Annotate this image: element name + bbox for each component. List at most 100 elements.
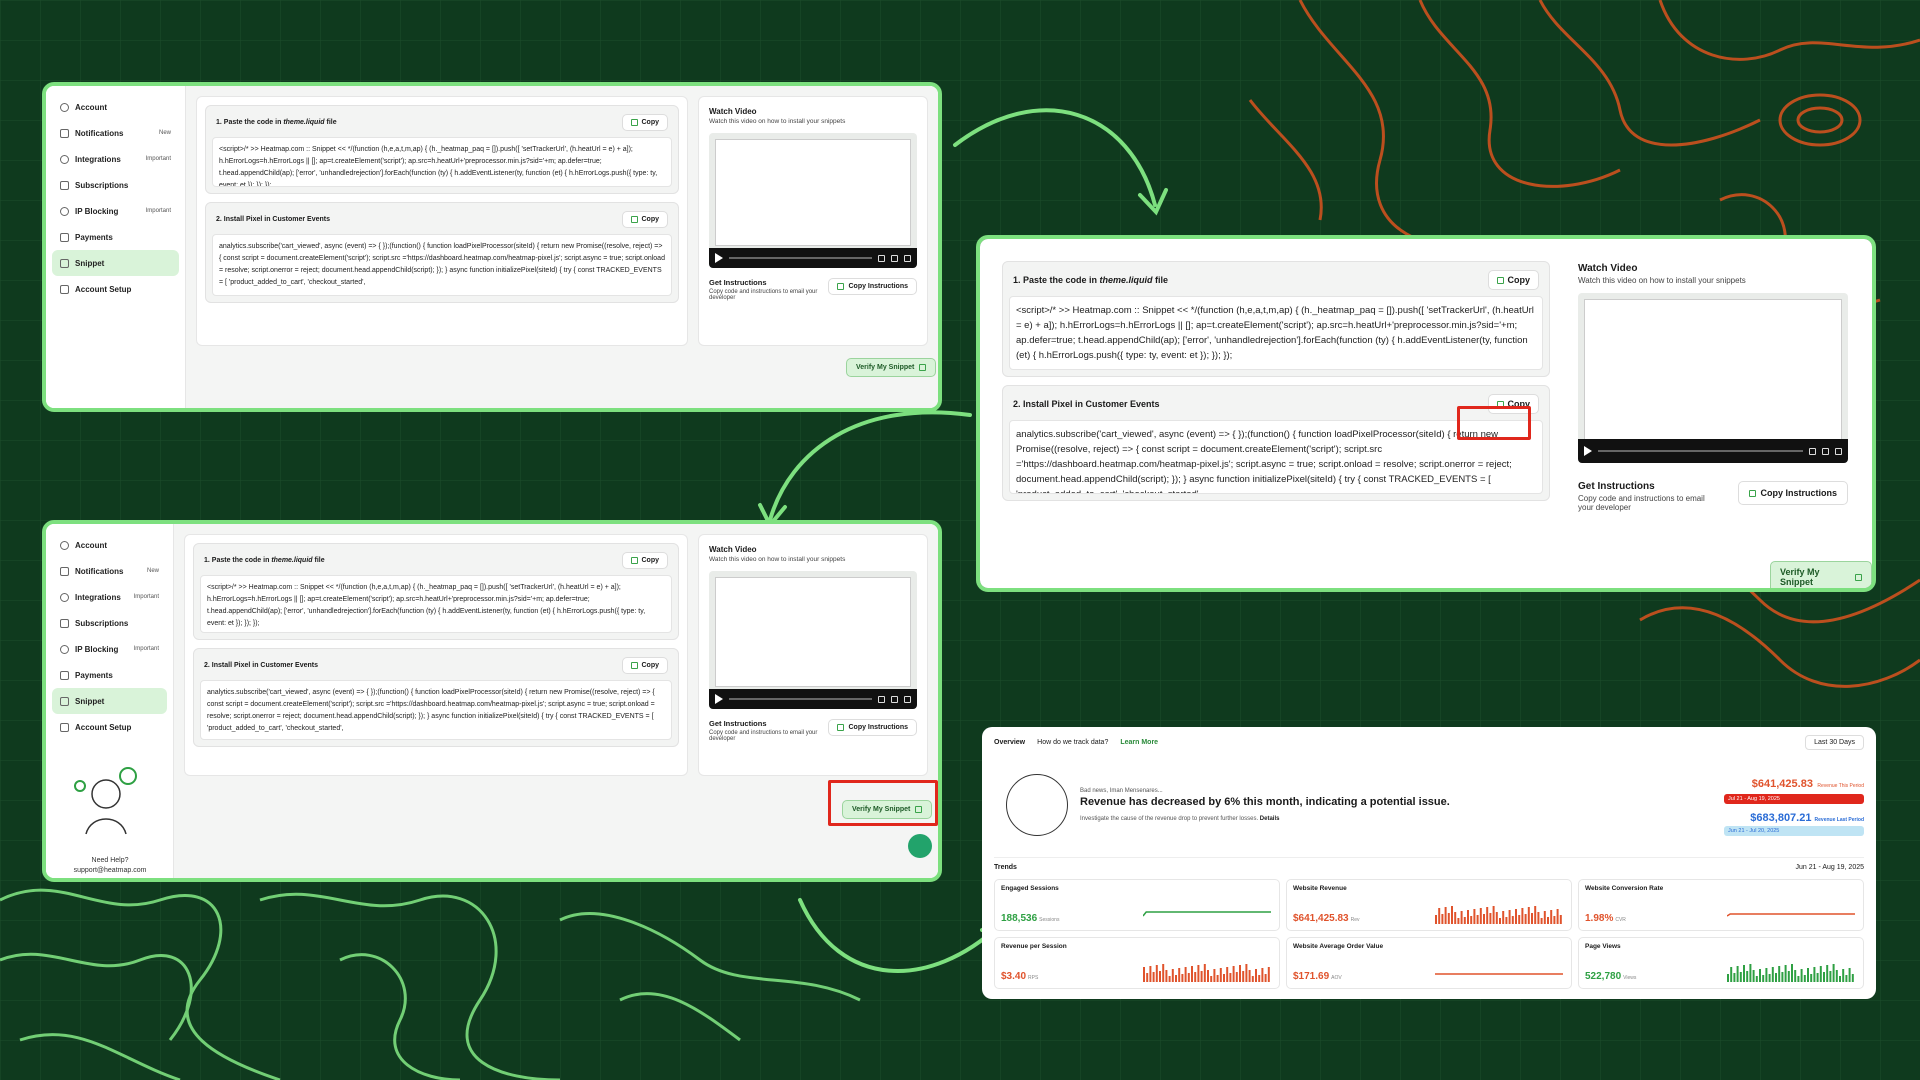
sparkline-bar [1800,969,1803,982]
sparkline-bar [1191,966,1193,982]
video-title: Watch Video [709,107,757,116]
sparkline-bar [1232,966,1235,982]
sidebar-item-subscriptions[interactable]: Subscriptions [52,172,179,198]
sidebar-item-notifications[interactable]: Notifications New [52,558,167,584]
sparkline-bar [1162,964,1165,982]
code-block-1[interactable]: <script>/* >> Heatmap.com :: Snippet << … [1009,296,1543,370]
sidebar-item-snippet[interactable]: Snippet [52,688,167,714]
sidebar-item-notifications[interactable]: Notifications New [52,120,179,146]
sparkline-bar [1819,966,1822,982]
payments-icon [60,670,69,680]
sparkline-bar [1441,914,1444,924]
copy-instructions-button[interactable]: Copy Instructions [828,719,917,736]
code-block-1[interactable]: <script>/* >> Heatmap.com :: Snippet << … [212,137,672,187]
metric-card[interactable]: Website Conversion Rate 1.98% CVR [1578,879,1864,931]
sparkline-bar [1235,972,1238,982]
volume-icon[interactable] [1809,447,1816,455]
copy-instructions-button[interactable]: Copy Instructions [828,278,917,295]
copy-instructions-button[interactable]: Copy Instructions [1738,481,1848,505]
play-icon[interactable] [715,253,723,263]
sparkline [1435,973,1563,975]
metric-card[interactable]: Engaged Sessions 188,536 Sessions [994,879,1280,931]
sparkline-bar [1460,911,1463,924]
how-track-link[interactable]: How do we track data? [1037,739,1108,746]
video-player[interactable]: 03:36 [709,133,917,268]
sparkline [1143,964,1270,982]
sidebar-item-subscriptions[interactable]: Subscriptions [52,610,167,636]
sparkline-bar [1463,917,1466,924]
sparkline-bar [1495,912,1498,924]
fullscreen-icon[interactable] [1835,447,1842,455]
metric-card[interactable]: Website Average Order Value $171.69 AOV [1286,937,1572,989]
metric-title: Website Revenue [1293,885,1347,892]
sparkline-bar [1848,968,1851,982]
learn-more-link[interactable]: Learn More [1120,739,1158,746]
sparkline-bar [1216,975,1219,982]
metric-value: $3.40 RPS [1001,971,1039,982]
code-block-1[interactable]: <script>/* >> Heatmap.com :: Snippet << … [200,575,672,633]
sparkline-bar [1483,914,1485,924]
sparkline-bar [1807,968,1809,982]
sidebar-item-account[interactable]: Account [52,532,167,558]
sidebar-item-account-setup[interactable]: Account Setup [52,714,167,740]
sparkline-bar [1479,908,1482,924]
sparkline-bar [1531,913,1533,924]
video-player[interactable]: 03:36 [1578,293,1848,463]
sidebar-item-account[interactable]: Account [52,94,179,120]
sidebar-item-integrations[interactable]: Integrations Important [52,584,167,610]
volume-icon[interactable] [878,254,885,262]
sparkline-bar [1258,975,1261,982]
tab-overview[interactable]: Overview [994,739,1025,746]
volume-icon[interactable] [878,695,885,703]
verify-snippet-button[interactable]: Verify My Snippet [846,358,937,377]
sparkline-bar [1219,968,1222,982]
play-icon[interactable] [715,694,723,704]
metric-card[interactable]: Website Revenue $641,425.83 Rev [1286,879,1572,931]
settings-icon[interactable] [891,254,898,262]
play-icon[interactable] [1584,446,1592,456]
code-block-2[interactable]: analytics.subscribe('cart_viewed', async… [200,680,672,740]
settings-icon[interactable] [891,695,898,703]
copy-button[interactable]: Copy [621,552,668,569]
verify-snippet-button[interactable]: Verify My Snippet [1770,561,1872,588]
copy-button[interactable]: Copy [1487,270,1539,290]
date-range-select[interactable]: Last 30 Days [1805,735,1864,750]
support-email[interactable]: support@heatmap.com [56,867,164,874]
sparkline-bar [1499,918,1501,924]
sparkline-bar [1762,975,1765,982]
sparkline-bar [1181,974,1184,982]
sparkline-line [1727,913,1855,917]
sidebar-item-ip-blocking[interactable]: IP Blocking Important [52,636,167,662]
sparkline-bar [1451,906,1453,924]
copy-button[interactable]: Copy [621,114,668,131]
settings-icon[interactable] [1822,447,1829,455]
copy-button[interactable]: Copy [621,211,668,228]
step-1: 1. Paste the code in theme.liquid file Co… [193,543,679,640]
step-2-title: 2. Install Pixel in Customer Events [1013,399,1160,409]
sparkline-bar [1251,976,1254,982]
sparkline-bar [1810,974,1813,982]
sidebar-item-account-setup[interactable]: Account Setup [52,276,179,302]
sparkline-bar [1543,911,1546,924]
metric-card[interactable]: Page Views 522,780 Views [1578,937,1864,989]
code-block-2[interactable]: analytics.subscribe('cart_viewed', async… [212,234,672,296]
fullscreen-icon[interactable] [904,695,911,703]
fullscreen-icon[interactable] [904,254,911,262]
sparkline-bar [1540,918,1543,924]
video-card: Watch Video Watch this video on how to i… [698,534,928,776]
metric-value: $171.69 AOV [1293,971,1342,982]
sidebar-item-ip-blocking[interactable]: IP Blocking Important [52,198,179,224]
sidebar-item-payments[interactable]: Payments [52,224,179,250]
details-link[interactable]: Details [1260,816,1280,822]
sparkline-bar [1223,974,1225,982]
sidebar-item-snippet[interactable]: Snippet [52,250,179,276]
metric-card[interactable]: Revenue per Session $3.40 RPS [994,937,1280,989]
sidebar-item-payments[interactable]: Payments [52,662,167,688]
video-subtitle: Watch this video on how to install your … [1578,276,1746,285]
sidebar-item-integrations[interactable]: Integrations Important [52,146,179,172]
sparkline-bar [1521,908,1524,924]
sparkline-bar [1184,967,1187,982]
copy-button[interactable]: Copy [621,657,668,674]
video-player[interactable]: 03:36 [709,571,917,709]
chat-button[interactable] [908,834,932,858]
